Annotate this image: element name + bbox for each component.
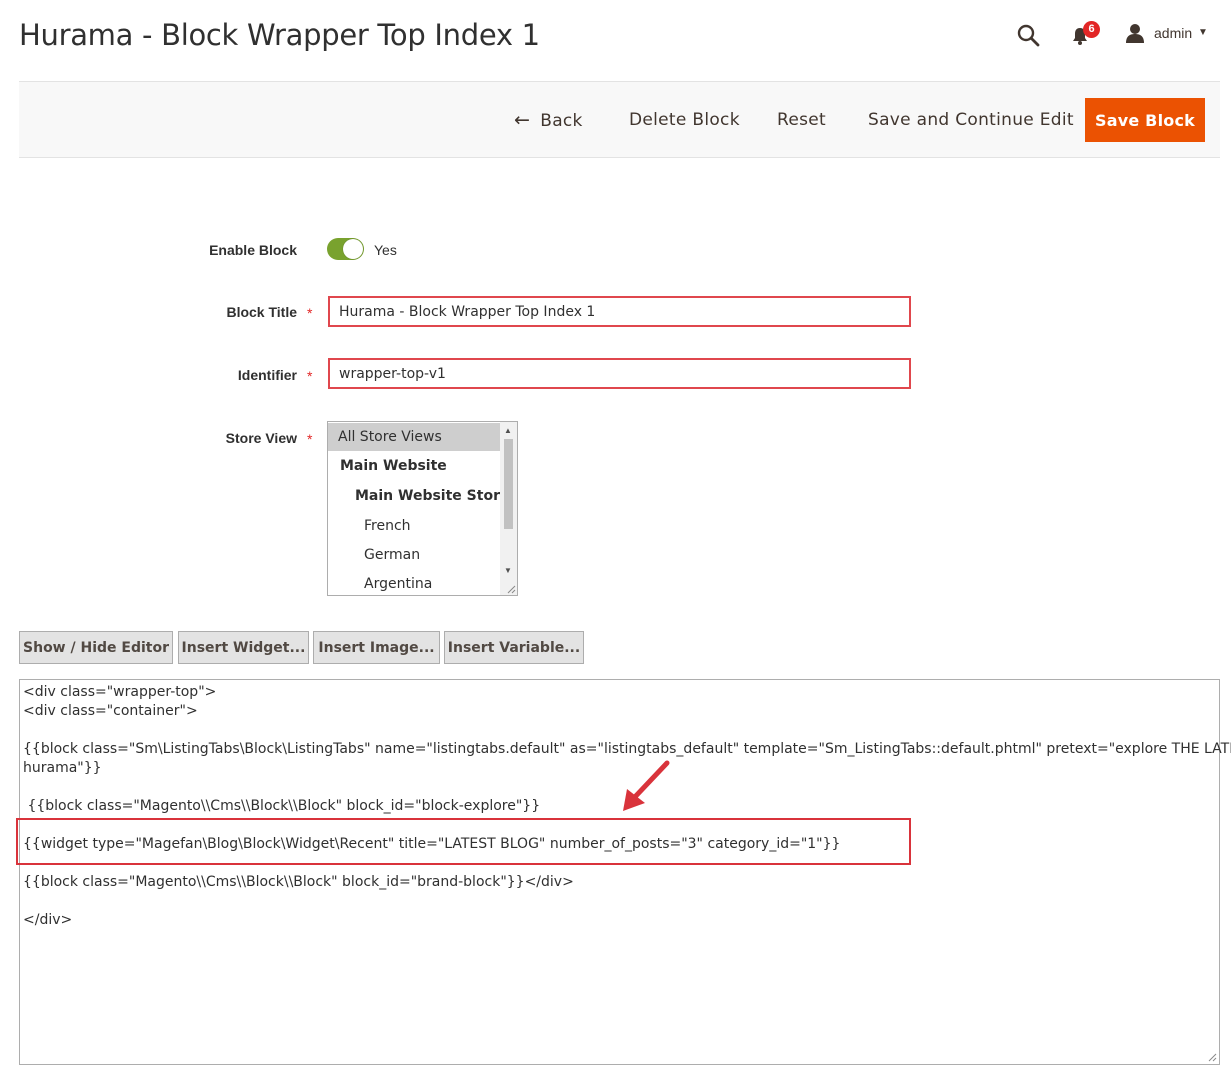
resize-grip-icon[interactable] [506, 584, 516, 594]
arrow-left-icon: ← [514, 109, 531, 131]
annotation-highlight-box [16, 818, 911, 865]
enable-block-toggle[interactable] [327, 238, 364, 260]
chevron-down-icon[interactable]: ▼ [1198, 25, 1208, 41]
insert-image-button[interactable]: Insert Image... [313, 631, 440, 664]
code-line: <div class="wrapper-top"> [23, 684, 217, 700]
show-hide-editor-button[interactable]: Show / Hide Editor [19, 631, 173, 664]
block-title-label: Block Title [226, 304, 297, 320]
identifier-input[interactable] [328, 358, 911, 389]
page-actions-bar: ← Back Delete Block Reset Save and Contin… [19, 81, 1220, 158]
toggle-knob [343, 239, 363, 259]
insert-widget-button[interactable]: Insert Widget... [178, 631, 309, 664]
delete-block-button[interactable]: Delete Block [629, 104, 740, 136]
code-line: hurama"}} [23, 760, 102, 776]
back-label: Back [540, 111, 583, 131]
annotation-arrow-icon [623, 760, 670, 811]
content-editor-textarea[interactable]: <div class="wrapper-top"> <div class="co… [19, 679, 1231, 1065]
scrollbar[interactable]: ▲ ▼ [500, 422, 517, 595]
required-asterisk: * [307, 368, 313, 384]
required-asterisk: * [307, 431, 313, 447]
code-line: </div> [23, 912, 73, 928]
reset-button[interactable]: Reset [777, 104, 826, 136]
store-option-main-website-store[interactable]: Main Website Store [328, 482, 517, 510]
store-view-multiselect[interactable]: All Store Views Main Website Main Websit… [327, 421, 518, 596]
scroll-down-icon[interactable]: ▼ [504, 566, 512, 575]
store-option-all[interactable]: All Store Views [328, 423, 500, 451]
scrollbar-thumb[interactable] [504, 439, 513, 529]
scroll-up-icon[interactable]: ▲ [504, 426, 512, 435]
search-icon[interactable] [1016, 23, 1040, 47]
store-option-main-website[interactable]: Main Website [328, 452, 512, 480]
store-view-label: Store View [225, 430, 297, 446]
code-line: <div class="container"> [23, 703, 198, 719]
save-block-button[interactable]: Save Block [1085, 98, 1205, 142]
resize-grip-icon[interactable] [1207, 1052, 1217, 1062]
code-line: {{block class="Magento\\Cms\\Block\\Bloc… [23, 798, 541, 814]
required-asterisk: * [307, 305, 313, 321]
page-title: Hurama - Block Wrapper Top Index 1 [19, 18, 540, 52]
code-line: {{block class="Magento\\Cms\\Block\\Bloc… [23, 874, 574, 890]
enable-block-value: Yes [374, 242, 397, 258]
enable-block-label: Enable Block [209, 242, 297, 258]
notification-badge[interactable]: 6 [1083, 21, 1100, 38]
store-option-argentina[interactable]: Argentina [328, 570, 517, 595]
user-icon[interactable] [1124, 22, 1146, 44]
store-option-german[interactable]: German [328, 541, 517, 569]
insert-variable-button[interactable]: Insert Variable... [444, 631, 584, 664]
back-button[interactable]: ← Back [514, 104, 583, 136]
save-and-continue-button[interactable]: Save and Continue Edit [868, 104, 1074, 136]
block-title-input[interactable] [328, 296, 911, 327]
user-name[interactable]: admin [1154, 25, 1192, 41]
identifier-label: Identifier [237, 367, 297, 383]
store-option-french[interactable]: French [328, 512, 517, 540]
